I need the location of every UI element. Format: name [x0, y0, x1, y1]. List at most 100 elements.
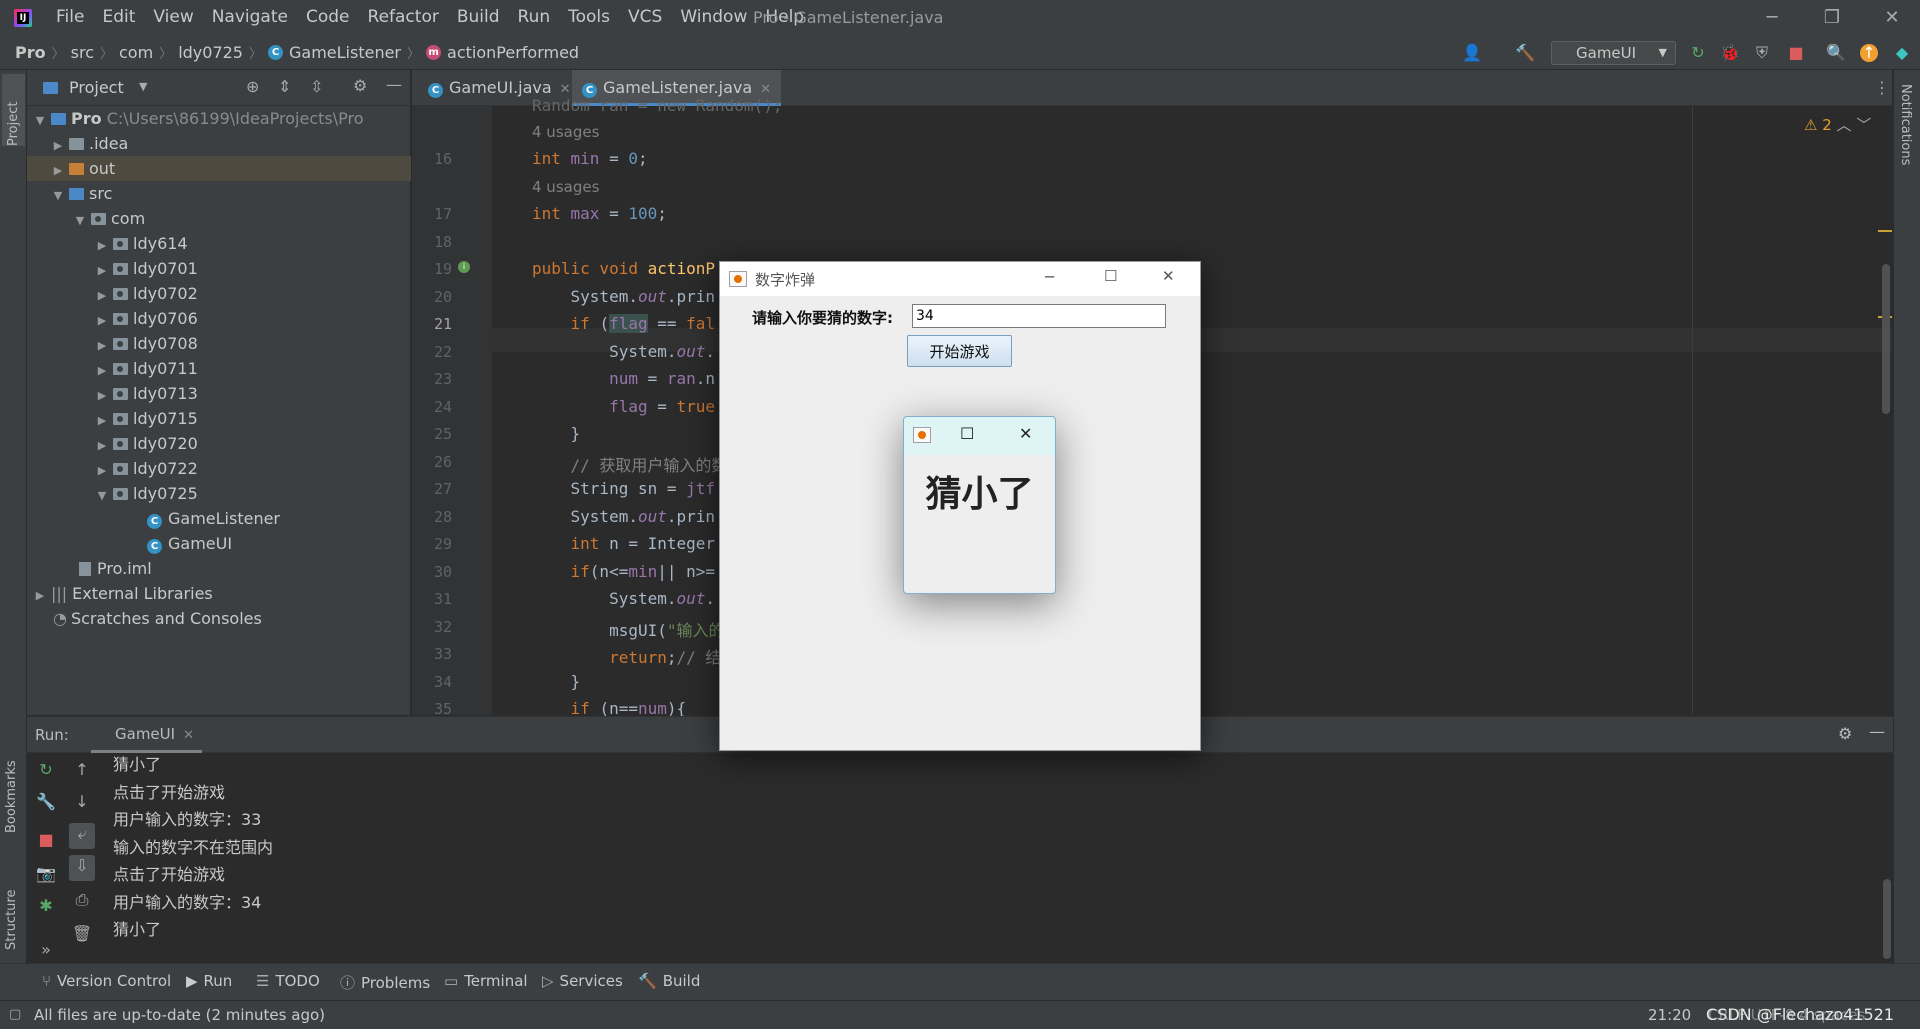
tree-item-iml[interactable]: Pro.iml	[27, 556, 411, 581]
structure-tool-button[interactable]: Structure	[4, 870, 19, 950]
tree-item-package[interactable]: ▶ ldy0720	[27, 431, 411, 456]
breadcrumb-com[interactable]: com	[119, 43, 153, 62]
rerun-icon[interactable]: ↻	[1688, 44, 1708, 62]
tree-item-package[interactable]: ▶ ldy0722	[27, 456, 411, 481]
bookmarks-tool-button[interactable]: Bookmarks	[4, 753, 19, 833]
tree-item-package[interactable]: ▶ ldy0708	[27, 331, 411, 356]
warning-stripe[interactable]	[1878, 230, 1892, 232]
tree-item-idea[interactable]: ▶ .idea	[27, 131, 411, 156]
menu-file[interactable]: File	[56, 7, 84, 27]
coverage-icon[interactable]: ⛨	[1752, 44, 1772, 62]
tree-item-scratches[interactable]: ◔ Scratches and Consoles	[27, 606, 411, 631]
tree-item-package[interactable]: ▼ ldy0725	[27, 481, 411, 506]
tree-item-package[interactable]: ▶ ldy0711	[27, 356, 411, 381]
more-tabs-icon[interactable]: ⋮	[1874, 78, 1890, 97]
breadcrumb-package[interactable]: ldy0725	[178, 43, 243, 62]
camera-icon[interactable]: 📷	[35, 863, 57, 885]
tool-version-control[interactable]: ⑂ Version Control	[42, 972, 171, 990]
status-message[interactable]: All files are up-to-date (2 minutes ago)	[34, 1006, 325, 1024]
stop-icon[interactable]: ■	[35, 829, 57, 851]
usages-hint[interactable]: 4 usages	[532, 123, 599, 141]
menu-run[interactable]: Run	[518, 7, 551, 27]
menu-code[interactable]: Code	[306, 7, 350, 27]
minimize-icon[interactable]: ─	[1752, 4, 1792, 32]
tree-item-package[interactable]: ▶ ldy614	[27, 231, 411, 256]
breadcrumb-method[interactable]: actionPerformed	[447, 43, 579, 62]
soft-wrap-icon[interactable]: ⤶	[69, 823, 95, 849]
hide-panel-icon[interactable]: —	[1869, 722, 1885, 741]
notifications-tool-button[interactable]: Notifications	[1898, 84, 1913, 165]
maximize-icon[interactable]: ☐	[1104, 267, 1117, 285]
more-icon[interactable]: »	[35, 939, 57, 961]
tree-item-external-libraries[interactable]: ▶ ||| External Libraries	[27, 581, 411, 606]
collapse-all-icon[interactable]: ⇳	[310, 77, 323, 96]
close-icon[interactable]: ✕	[1019, 424, 1032, 443]
caret-position[interactable]: 21:20	[1648, 1006, 1691, 1024]
update-icon[interactable]: ↑	[1860, 44, 1878, 62]
minimize-icon[interactable]: ─	[1045, 268, 1054, 286]
user-icon[interactable]: 👤	[1462, 44, 1482, 62]
tree-item-package[interactable]: ▶ ldy0713	[27, 381, 411, 406]
hide-panel-icon[interactable]: —	[386, 75, 402, 94]
close-icon[interactable]: ✕	[1872, 4, 1912, 32]
tree-item-class[interactable]: C GameUI	[27, 531, 411, 556]
menu-navigate[interactable]: Navigate	[212, 7, 288, 27]
debug-icon[interactable]: ✱	[35, 895, 57, 917]
tree-item-root[interactable]: ▼ Pro C:\Users\86199\IdeaProjects\Pro	[27, 106, 411, 131]
breadcrumb-project[interactable]: Pro	[15, 43, 46, 62]
tree-item-com[interactable]: ▼ com	[27, 206, 411, 231]
run-tab-gameui[interactable]: GameUI ✕	[91, 717, 202, 753]
override-icon[interactable]: i	[458, 261, 470, 273]
debug-icon[interactable]: 🐞	[1720, 44, 1740, 62]
usages-hint[interactable]: 4 usages	[532, 178, 599, 196]
stop-icon[interactable]: ■	[1786, 44, 1806, 62]
start-game-button[interactable]: 开始游戏	[907, 335, 1012, 367]
project-tool-button[interactable]: Project	[2, 74, 25, 146]
intellij-logo-icon[interactable]: IJ	[14, 9, 32, 27]
gear-icon[interactable]: ⚙	[353, 76, 367, 95]
tool-todo[interactable]: ☰ TODO	[256, 972, 320, 990]
chevron-down-icon[interactable]: ▼	[139, 80, 147, 93]
run-config-select[interactable]: GameUI ▼	[1551, 41, 1676, 65]
breadcrumb-src[interactable]: src	[71, 43, 94, 62]
tool-build[interactable]: 🔨 Build	[638, 972, 700, 990]
menu-edit[interactable]: Edit	[102, 7, 135, 27]
layout-icon[interactable]: ▢	[9, 1007, 21, 1022]
menu-tools[interactable]: Tools	[568, 7, 610, 27]
tree-item-package[interactable]: ▶ ldy0715	[27, 406, 411, 431]
search-icon[interactable]: 🔍	[1826, 44, 1846, 62]
breadcrumb-class[interactable]: GameListener	[289, 43, 401, 62]
menu-refactor[interactable]: Refactor	[368, 7, 439, 27]
rerun-icon[interactable]: ↻	[35, 759, 57, 781]
expand-all-icon[interactable]: ⇕	[278, 77, 291, 96]
locate-icon[interactable]: ⊕	[246, 77, 259, 96]
restore-icon[interactable]: ❐	[1812, 4, 1852, 32]
menu-build[interactable]: Build	[457, 7, 500, 27]
tree-item-out[interactable]: ▶ out	[27, 156, 411, 181]
tree-item-package[interactable]: ▶ ldy0706	[27, 306, 411, 331]
close-tab-icon[interactable]: ✕	[183, 728, 194, 743]
tool-run[interactable]: ▶ Run	[186, 972, 232, 990]
guess-number-input[interactable]	[912, 304, 1166, 328]
menu-vcs[interactable]: VCS	[628, 7, 662, 27]
warnings-indicator[interactable]: ⚠ 2 ︿ ﹀	[1804, 114, 1871, 135]
console-scrollbar[interactable]	[1883, 879, 1891, 959]
tree-item-src[interactable]: ▼ src	[27, 181, 411, 206]
menu-window[interactable]: Window	[680, 7, 747, 27]
scroll-to-end-icon[interactable]: ⇩	[69, 855, 95, 881]
trash-icon[interactable]: 🗑	[71, 923, 93, 945]
print-icon[interactable]: ⎙	[71, 889, 93, 911]
tool-terminal[interactable]: ▭ Terminal	[444, 972, 528, 990]
close-tab-icon[interactable]: ✕	[560, 82, 571, 97]
close-tab-icon[interactable]: ✕	[760, 82, 771, 97]
gear-icon[interactable]: ⚙	[1838, 724, 1852, 743]
menu-view[interactable]: View	[153, 7, 193, 27]
wrench-icon[interactable]: 🔧	[35, 791, 57, 813]
plugin-icon[interactable]: ◆	[1892, 44, 1912, 62]
build-hammer-icon[interactable]: 🔨	[1515, 44, 1535, 62]
close-icon[interactable]: ✕	[1162, 267, 1175, 285]
tool-services[interactable]: ▷ Services	[542, 972, 623, 990]
tree-item-package[interactable]: ▶ ldy0701	[27, 256, 411, 281]
tool-problems[interactable]: ⓘ Problems	[340, 972, 430, 993]
scroll-down-icon[interactable]: ↓	[71, 791, 93, 813]
